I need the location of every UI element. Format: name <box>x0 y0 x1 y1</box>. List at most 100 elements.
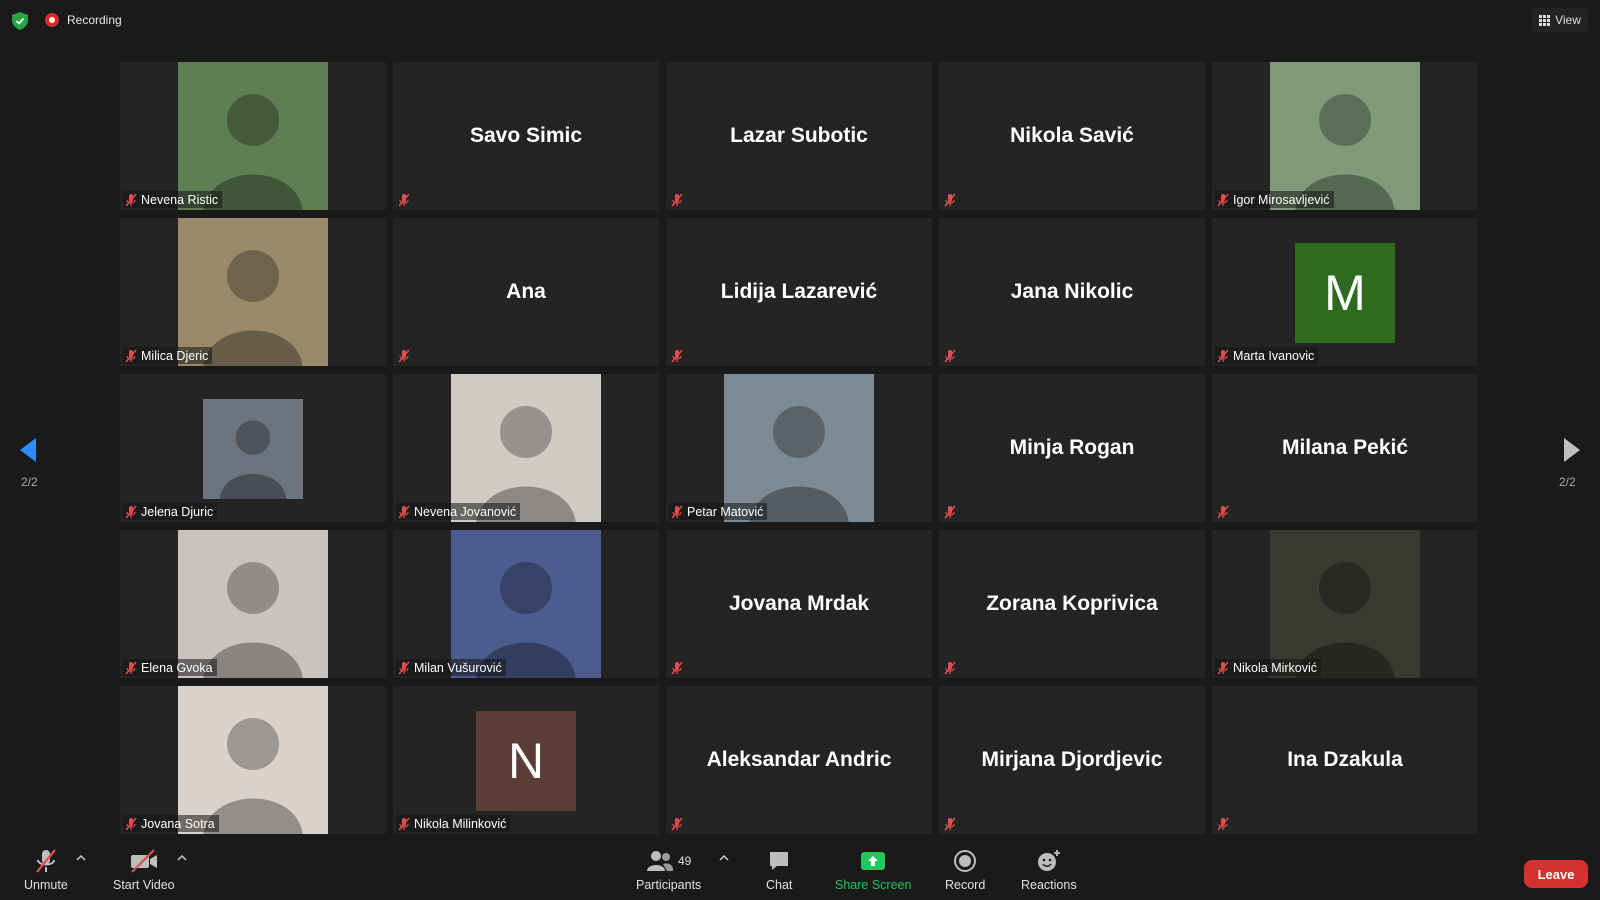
reactions-button[interactable]: Reactions <box>1021 848 1077 892</box>
start-video-button[interactable]: Start Video <box>113 848 175 892</box>
participant-nameplate <box>942 347 960 364</box>
participant-video <box>451 530 601 678</box>
participant-tile[interactable]: Nevena Ristic <box>120 62 386 210</box>
participant-tile[interactable]: Milica Djeric <box>120 218 386 366</box>
participant-tile[interactable]: Mirjana Djordjevic <box>939 686 1205 834</box>
participant-tile[interactable]: Savo Simic <box>393 62 659 210</box>
video-off-icon <box>129 848 159 874</box>
muted-mic-icon <box>398 661 410 674</box>
participant-tile[interactable]: Elena Gvoka <box>120 530 386 678</box>
participant-tile[interactable]: Petar Matović <box>666 374 932 522</box>
participant-tile[interactable]: Lidija Lazarević <box>666 218 932 366</box>
participant-video <box>178 686 328 834</box>
participant-tile[interactable]: Nevena Jovanović <box>393 374 659 522</box>
participant-tile[interactable]: Ana <box>393 218 659 366</box>
top-bar: Recording View <box>0 0 1600 40</box>
muted-mic-icon <box>398 505 410 518</box>
participant-nameplate <box>942 503 960 520</box>
participant-tile[interactable]: Aleksandar Andric <box>666 686 932 834</box>
participant-name-label: Marta Ivanovic <box>1233 348 1315 363</box>
participants-icon-group: 49 <box>646 848 691 874</box>
participant-display-name: Aleksandar Andric <box>706 748 892 771</box>
unmute-label: Unmute <box>24 878 68 892</box>
participant-display-name: Nikola Savić <box>1010 124 1134 147</box>
participant-name-label: Nikola Milinković <box>414 816 507 831</box>
chat-label: Chat <box>766 878 793 892</box>
participant-nameplate: Milica Djeric <box>123 347 213 364</box>
unmute-button[interactable]: Unmute <box>24 848 68 892</box>
participant-tile[interactable]: Igor Mirosavljević <box>1212 62 1478 210</box>
participants-button[interactable]: 49 Participants <box>636 848 701 892</box>
participant-name-label: Milica Djeric <box>141 348 209 363</box>
start-video-label: Start Video <box>113 878 175 892</box>
participant-display-name: Zorana Koprivica <box>986 592 1158 615</box>
participant-nameplate <box>942 659 960 676</box>
reactions-label: Reactions <box>1021 878 1077 892</box>
share-screen-label: Share Screen <box>835 878 912 892</box>
chat-button[interactable]: Chat <box>766 848 792 892</box>
participant-video <box>1270 62 1420 210</box>
chat-bubble-icon <box>767 848 791 874</box>
participant-tile[interactable]: Milana Pekić <box>1212 374 1478 522</box>
participant-video <box>178 218 328 366</box>
participant-tile[interactable]: Milan Vušurović <box>393 530 659 678</box>
view-button[interactable]: View <box>1532 8 1588 32</box>
participant-nameplate <box>396 191 414 208</box>
participant-tile[interactable]: Nikola Savić <box>939 62 1205 210</box>
participant-tile[interactable]: Ina Dzakula <box>1212 686 1478 834</box>
participant-name-label: Petar Matović <box>687 504 764 519</box>
security-shield-icon[interactable] <box>12 12 28 30</box>
participant-nameplate: Jelena Djuric <box>123 503 218 520</box>
participant-video <box>178 530 328 678</box>
record-button[interactable]: Record <box>945 848 985 892</box>
participant-tile[interactable]: Jovana Mrdak <box>666 530 932 678</box>
participant-display-name: Ina Dzakula <box>1287 748 1403 771</box>
participant-display-name: Jana Nikolic <box>1010 280 1134 303</box>
muted-mic-icon <box>671 505 683 518</box>
participant-tile[interactable]: Jana Nikolic <box>939 218 1205 366</box>
participants-count: 49 <box>677 854 692 868</box>
muted-mic-icon <box>125 193 137 206</box>
previous-page-arrow-icon[interactable] <box>18 436 38 464</box>
recording-dot-icon <box>45 13 59 27</box>
video-options-caret-icon[interactable] <box>177 854 187 862</box>
participant-tile[interactable]: Minja Rogan <box>939 374 1205 522</box>
participant-tile[interactable]: N Nikola Milinković <box>393 686 659 834</box>
participant-name-label: Jelena Djuric <box>141 504 214 519</box>
participant-video <box>724 374 874 522</box>
participant-nameplate: Jovana Sotra <box>123 815 219 832</box>
muted-mic-icon <box>398 349 410 362</box>
muted-mic-icon <box>398 817 410 830</box>
participant-nameplate: Petar Matović <box>669 503 768 520</box>
participant-display-name: Minja Rogan <box>1009 436 1135 459</box>
leave-button[interactable]: Leave <box>1524 860 1588 888</box>
participant-name-label: Jovana Sotra <box>141 816 215 831</box>
share-screen-button[interactable]: Share Screen <box>835 848 911 892</box>
participant-name-label: Nevena Jovanović <box>414 504 517 519</box>
participant-tile[interactable]: Zorana Koprivica <box>939 530 1205 678</box>
participants-options-caret-icon[interactable] <box>719 854 729 862</box>
muted-mic-icon <box>944 349 956 362</box>
share-screen-icon <box>860 848 886 874</box>
participant-tile[interactable]: Nikola Mirković <box>1212 530 1478 678</box>
participant-tile[interactable]: Jelena Djuric <box>120 374 386 522</box>
participant-display-name: Milana Pekić <box>1281 436 1409 459</box>
participants-icon <box>646 851 674 871</box>
participant-nameplate <box>669 347 687 364</box>
participant-display-name: Ana <box>506 280 546 303</box>
participant-nameplate <box>669 815 687 832</box>
participant-nameplate: Igor Mirosavljević <box>1215 191 1334 208</box>
muted-mic-icon <box>1217 193 1229 206</box>
right-page-number: 2/2 <box>1559 475 1576 489</box>
participant-video-icon <box>724 374 874 522</box>
participant-nameplate: Nikola Mirković <box>1215 659 1322 676</box>
participant-tile[interactable]: Lazar Subotic <box>666 62 932 210</box>
participant-nameplate: Nevena Ristic <box>123 191 223 208</box>
audio-options-caret-icon[interactable] <box>76 854 86 862</box>
participant-tile[interactable]: M Marta Ivanovic <box>1212 218 1478 366</box>
muted-mic-icon <box>125 505 137 518</box>
recording-indicator[interactable]: Recording <box>45 13 122 27</box>
next-page-arrow-icon[interactable] <box>1562 436 1582 464</box>
participant-display-name: Savo Simic <box>469 124 583 147</box>
participant-tile[interactable]: Jovana Sotra <box>120 686 386 834</box>
